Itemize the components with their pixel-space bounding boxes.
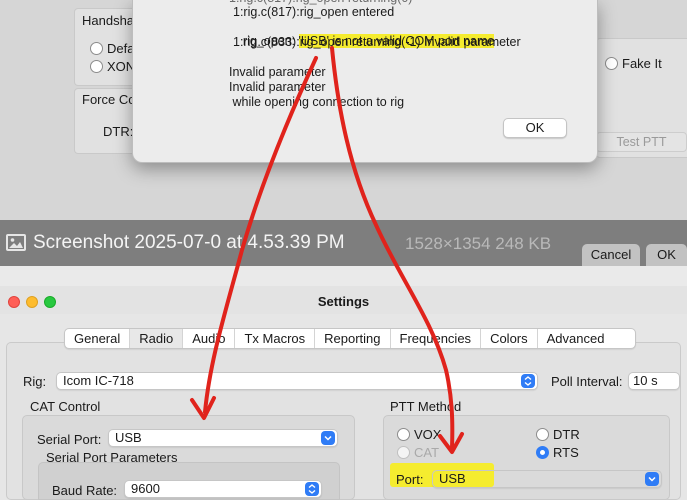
serial-port-label: Serial Port: (37, 432, 102, 447)
tab-radio[interactable]: Radio (130, 329, 184, 348)
tab-colors[interactable]: Colors (481, 329, 538, 348)
handshake-xon-radio[interactable] (90, 60, 103, 73)
error-dialog: 1:rig.c(817):rig_open returning(0) 1:rig… (132, 0, 598, 163)
preview-filename: Screenshot 2025-07-0 at 4.53.39 PM (33, 232, 345, 254)
handshake-default-label: Defa (107, 41, 135, 56)
rig-select-value: Icom IC-718 (63, 373, 134, 388)
settings-tabbar: General Radio Audio Tx Macros Reporting … (64, 328, 636, 349)
dialog-line-invalid-1: Invalid parameter (229, 65, 326, 79)
handshake-label: Handsha (82, 13, 135, 28)
test-ptt-button[interactable]: Test PTT (596, 132, 687, 152)
preview-image-meta: 1528×1354 248 KB (405, 234, 552, 253)
rig-label: Rig: (23, 374, 47, 389)
ptt-port-select[interactable]: USB (432, 470, 662, 488)
ptt-vox-radio[interactable] (397, 428, 410, 441)
ptt-port-label: Port: (396, 472, 424, 487)
tab-tx-macros[interactable]: Tx Macros (235, 329, 316, 348)
ptt-cat-radio[interactable] (397, 446, 410, 459)
poll-interval-value: 10 s (633, 373, 658, 388)
cat-control-title: CAT Control (30, 399, 101, 414)
ptt-dtr-label: DTR (553, 427, 580, 442)
updown-chevron-icon (521, 374, 535, 388)
updown-chevron-icon (305, 482, 319, 496)
preview-ok-button[interactable]: OK (646, 244, 687, 266)
dialog-line-while-opening: while opening connection to rig (229, 95, 405, 109)
serial-port-value: USB (115, 430, 142, 445)
baud-rate-label: Baud Rate: (52, 483, 118, 498)
baud-rate-select[interactable]: 9600 (124, 480, 322, 498)
preview-cancel-button[interactable]: Cancel (582, 244, 640, 266)
handshake-xon-label: XON (107, 59, 136, 74)
preview-filename-head: Screenshot 2025-07-0 (33, 232, 222, 253)
ptt-vox-label: VOX (414, 427, 442, 442)
chevron-down-icon (645, 472, 659, 486)
chevron-down-icon (321, 431, 335, 445)
tab-advanced[interactable]: Advanced (538, 329, 614, 348)
background-strip (0, 266, 687, 286)
poll-interval-label: Poll Interval: (551, 374, 623, 389)
ptt-rts-radio[interactable] (536, 446, 549, 459)
serial-port-select[interactable]: USB (108, 429, 338, 447)
tab-reporting[interactable]: Reporting (315, 329, 391, 348)
baud-rate-value: 9600 (131, 481, 160, 496)
tab-general[interactable]: General (65, 329, 131, 348)
dialog-line-entered: 1:rig.c(817):rig_open entered (233, 5, 395, 19)
dialog-line-returning: 1:rig.c(833):rig_open returning(-1) Inva… (233, 35, 521, 49)
ptt-cat-label: CAT (414, 445, 440, 460)
ptt-port-value: USB (439, 471, 466, 486)
ptt-dtr-radio[interactable] (536, 428, 549, 441)
test-ptt-label: Test PTT (616, 135, 667, 149)
tab-frequencies[interactable]: Frequencies (391, 329, 482, 348)
poll-interval-spinbox[interactable]: 10 s (628, 372, 680, 390)
fake-it-radio[interactable] (605, 57, 618, 70)
handshake-default-radio[interactable] (90, 42, 103, 55)
force-control-label: Force Co (82, 92, 136, 107)
dialog-ok-button[interactable]: OK (503, 118, 567, 138)
preview-filename-tail: at 4.53.39 PM (221, 232, 345, 253)
dtr-label: DTR: (103, 124, 134, 139)
fake-it-label: Fake It (622, 56, 662, 71)
ptt-method-title: PTT Method (390, 399, 462, 414)
dialog-line-invalid-2: Invalid parameter (229, 80, 326, 94)
settings-title: Settings (317, 294, 370, 309)
tab-audio[interactable]: Audio (183, 329, 236, 348)
image-icon (6, 234, 26, 251)
rig-select[interactable]: Icom IC-718 (56, 372, 538, 390)
ptt-rts-label: RTS (553, 445, 579, 460)
